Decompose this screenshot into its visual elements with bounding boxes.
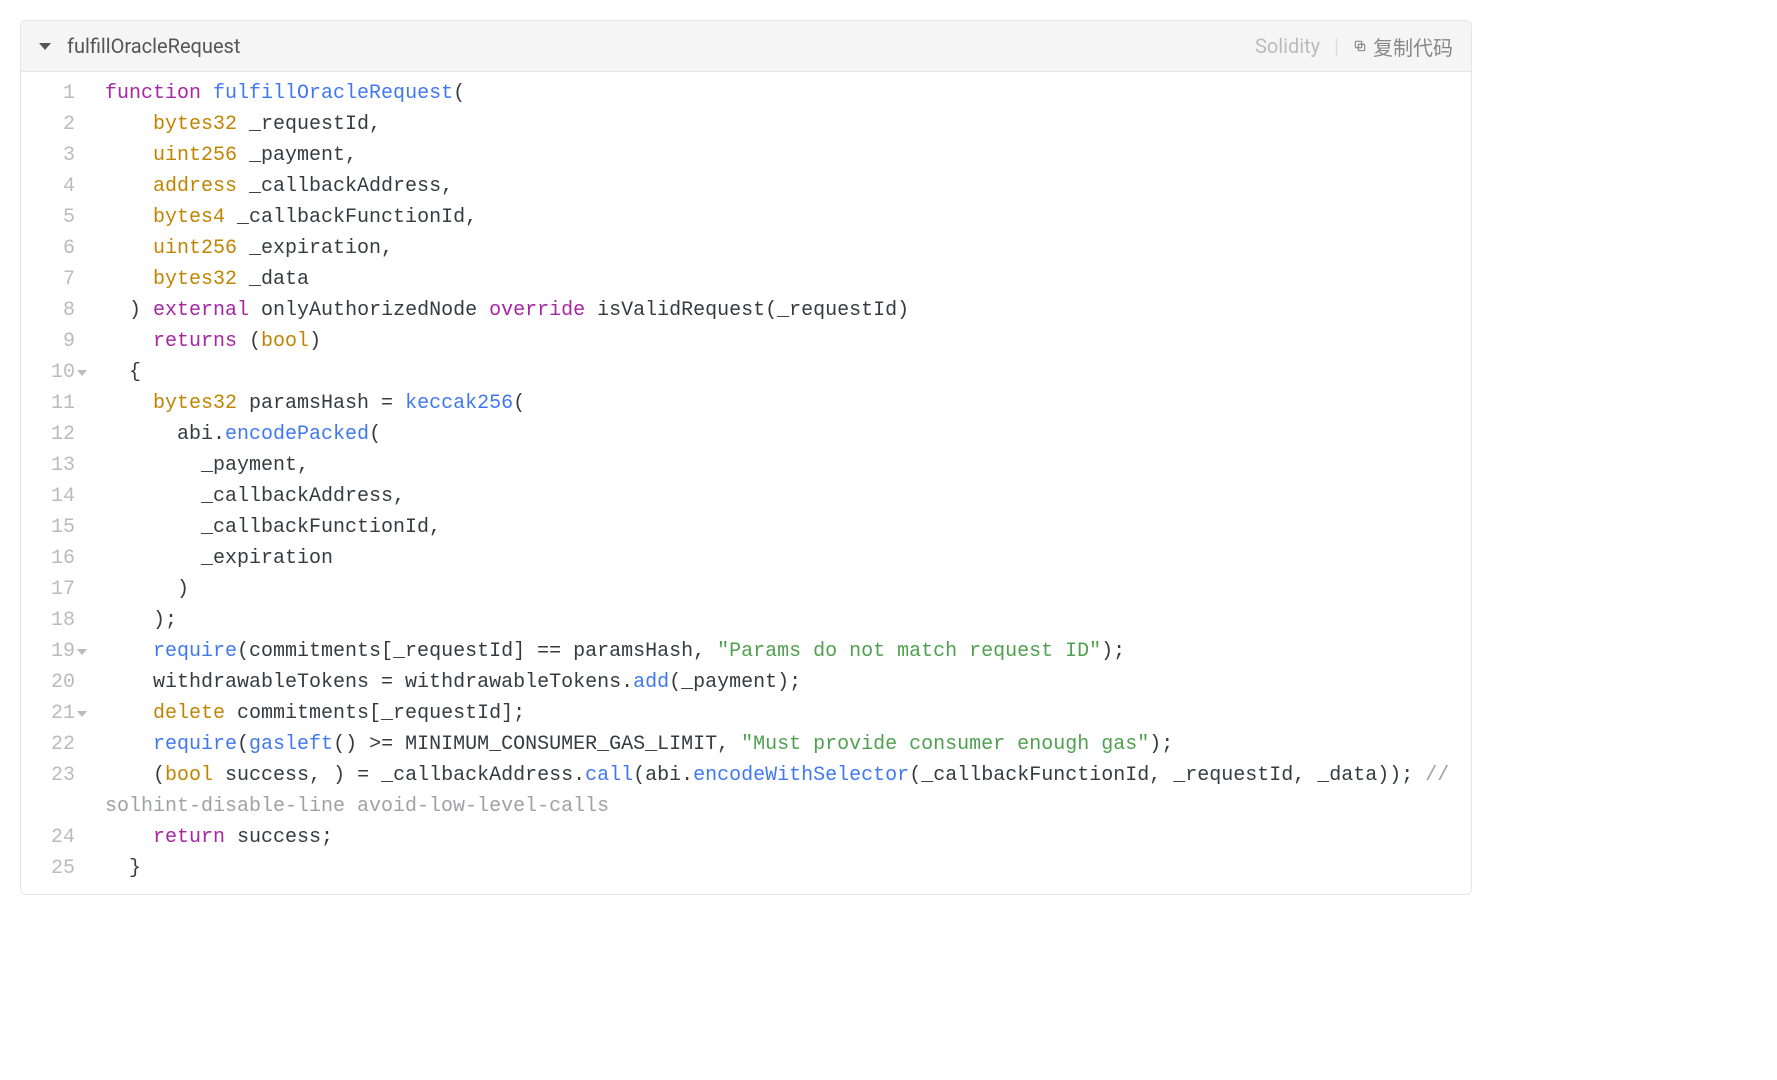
copy-label: 复制代码: [1373, 32, 1453, 61]
code-content[interactable]: function fulfillOracleRequest( bytes32 _…: [85, 72, 1471, 894]
code-line: bytes32 _data: [105, 264, 1461, 295]
line-number: 17: [21, 574, 79, 605]
code-block-header: fulfillOracleRequest Solidity | 复制代码: [21, 21, 1471, 72]
line-number: 2: [21, 109, 79, 140]
code-line: ): [105, 574, 1461, 605]
line-number: 23: [21, 760, 79, 791]
code-line: function fulfillOracleRequest(: [105, 78, 1461, 109]
line-number: 16: [21, 543, 79, 574]
code-line: _payment,: [105, 450, 1461, 481]
line-number: [21, 791, 79, 822]
line-number: 21: [21, 698, 79, 729]
code-line: uint256 _payment,: [105, 140, 1461, 171]
code-line: bytes4 _callbackFunctionId,: [105, 202, 1461, 233]
code-block: fulfillOracleRequest Solidity | 复制代码 123…: [20, 20, 1472, 895]
line-number: 12: [21, 419, 79, 450]
line-number: 25: [21, 853, 79, 884]
line-number: 5: [21, 202, 79, 233]
line-number: 8: [21, 295, 79, 326]
line-number: 11: [21, 388, 79, 419]
divider: |: [1334, 34, 1339, 58]
code-line: bytes32 _requestId,: [105, 109, 1461, 140]
copy-button[interactable]: 复制代码: [1353, 32, 1453, 61]
line-number: 22: [21, 729, 79, 760]
code-line: _callbackFunctionId,: [105, 512, 1461, 543]
code-line: address _callbackAddress,: [105, 171, 1461, 202]
line-number: 6: [21, 233, 79, 264]
line-number: 24: [21, 822, 79, 853]
code-line: }: [105, 853, 1461, 884]
line-number: 9: [21, 326, 79, 357]
line-number: 10: [21, 357, 79, 388]
code-line: _expiration: [105, 543, 1461, 574]
code-line: _callbackAddress,: [105, 481, 1461, 512]
collapse-icon[interactable]: [39, 43, 51, 50]
line-number: 7: [21, 264, 79, 295]
code-line: abi.encodePacked(: [105, 419, 1461, 450]
code-line: returns (bool): [105, 326, 1461, 357]
line-number: 15: [21, 512, 79, 543]
line-number: 14: [21, 481, 79, 512]
code-line: delete commitments[_requestId];: [105, 698, 1461, 729]
line-number: 19: [21, 636, 79, 667]
header-right: Solidity | 复制代码: [1255, 32, 1453, 61]
code-line: );: [105, 605, 1461, 636]
line-number: 20: [21, 667, 79, 698]
code-block-body: 1234567891011121314151617181920212223 24…: [21, 72, 1471, 894]
line-number-gutter: 1234567891011121314151617181920212223 24…: [21, 72, 85, 894]
code-line: require(commitments[_requestId] == param…: [105, 636, 1461, 667]
line-number: 3: [21, 140, 79, 171]
code-line: require(gasleft() >= MINIMUM_CONSUMER_GA…: [105, 729, 1461, 760]
code-line: uint256 _expiration,: [105, 233, 1461, 264]
copy-icon: [1353, 39, 1367, 53]
code-line: return success;: [105, 822, 1461, 853]
language-label: Solidity: [1255, 34, 1320, 58]
code-line: ) external onlyAuthorizedNode override i…: [105, 295, 1461, 326]
code-line: {: [105, 357, 1461, 388]
line-number: 18: [21, 605, 79, 636]
line-number: 4: [21, 171, 79, 202]
line-number: 13: [21, 450, 79, 481]
header-left: fulfillOracleRequest: [39, 34, 240, 58]
line-number: 1: [21, 78, 79, 109]
code-line: bytes32 paramsHash = keccak256(: [105, 388, 1461, 419]
code-block-title: fulfillOracleRequest: [67, 34, 240, 58]
code-line: withdrawableTokens = withdrawableTokens.…: [105, 667, 1461, 698]
code-line: (bool success, ) = _callbackAddress.call…: [105, 760, 1461, 822]
